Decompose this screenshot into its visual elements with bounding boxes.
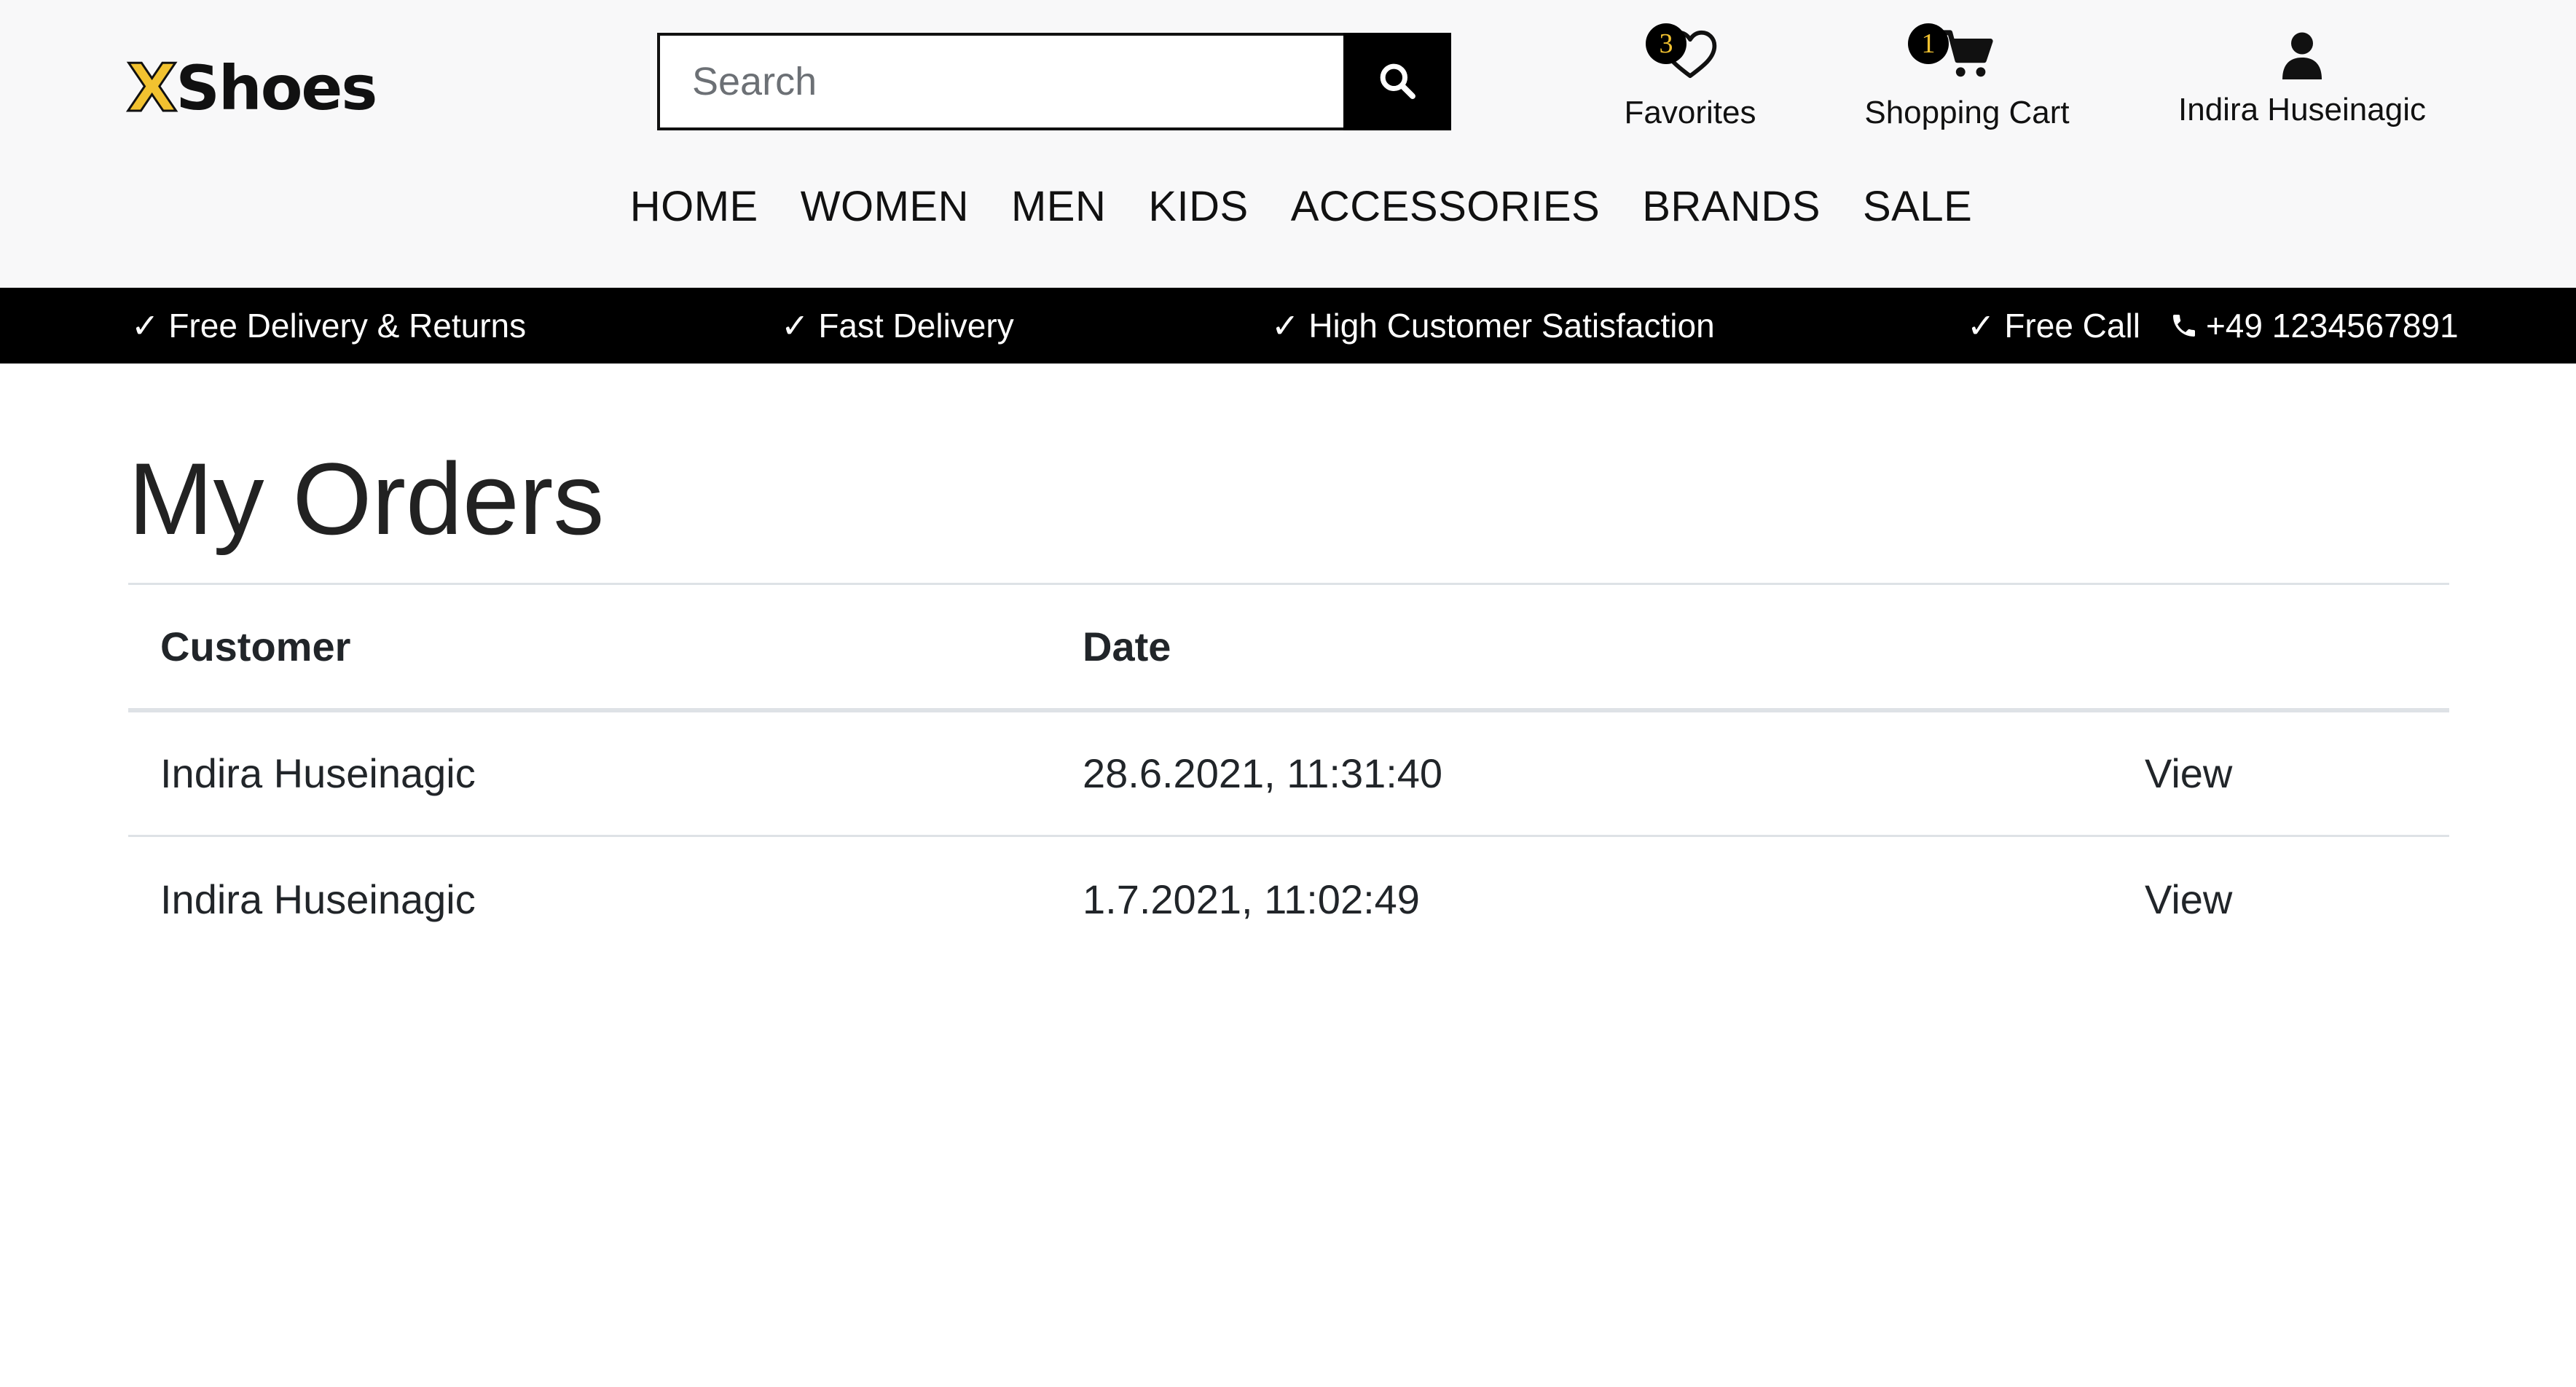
- user-name-label: Indira Huseinagic: [2178, 92, 2426, 127]
- service-info-bar: ✓ Free Delivery & Returns ✓ Fast Deliver…: [0, 288, 2576, 364]
- shopping-cart-label: Shopping Cart: [1864, 95, 2070, 130]
- user-icon: [2280, 31, 2324, 87]
- nav-item-men[interactable]: MEN: [1011, 182, 1106, 231]
- page-title: My Orders: [128, 441, 605, 556]
- nav-item-kids[interactable]: KIDS: [1148, 182, 1248, 231]
- cart-count-badge: 1: [1908, 23, 1949, 64]
- favorites-label: Favorites: [1624, 95, 1756, 130]
- info-free-delivery: ✓ Free Delivery & Returns: [131, 307, 527, 345]
- search-bar: [657, 33, 1451, 130]
- free-call-label: ✓ Free Call: [1967, 307, 2140, 345]
- site-header: XShoes 3 Favorites: [0, 0, 2576, 288]
- nav-item-women[interactable]: WOMEN: [801, 182, 969, 231]
- table-row: Indira Huseinagic 1.7.2021, 11:02:49 Vie…: [128, 836, 2449, 962]
- info-free-call: ✓ Free Call +49 1234567891: [1967, 288, 2459, 364]
- column-header-action: [2113, 584, 2449, 710]
- favorites-count-badge: 3: [1646, 23, 1686, 64]
- nav-item-accessories[interactable]: ACCESSORIES: [1291, 182, 1601, 231]
- main-navigation: HOME WOMEN MEN KIDS ACCESSORIES BRANDS S…: [0, 182, 2576, 231]
- view-order-link[interactable]: View: [2145, 876, 2232, 922]
- table-header-row: Customer Date: [128, 584, 2449, 710]
- order-date: 28.6.2021, 11:31:40: [1083, 750, 1443, 797]
- phone-number[interactable]: +49 1234567891: [2206, 306, 2459, 345]
- brand-logo[interactable]: X Shoes: [125, 48, 377, 128]
- orders-table: Customer Date Indira Huseinagic 28.6.202…: [128, 583, 2449, 962]
- user-account-link[interactable]: Indira Huseinagic: [2164, 29, 2440, 128]
- column-header-customer: Customer: [160, 623, 351, 669]
- logo-letter: X: [125, 49, 178, 127]
- phone-icon: [2169, 311, 2199, 340]
- info-fast-delivery: ✓ Fast Delivery: [781, 307, 1014, 345]
- view-order-link[interactable]: View: [2145, 750, 2232, 796]
- favorites-link[interactable]: 3 Favorites: [1588, 23, 1792, 131]
- search-icon: [1377, 60, 1418, 103]
- column-header-date: Date: [1083, 623, 1171, 669]
- logo-text: Shoes: [176, 52, 377, 124]
- order-customer: Indira Huseinagic: [160, 876, 476, 923]
- nav-item-brands[interactable]: BRANDS: [1642, 182, 1821, 231]
- order-customer: Indira Huseinagic: [160, 750, 476, 797]
- nav-item-sale[interactable]: SALE: [1863, 182, 1972, 231]
- info-customer-satisfaction: ✓ High Customer Satisfaction: [1271, 307, 1715, 345]
- nav-item-home[interactable]: HOME: [630, 182, 758, 231]
- table-row: Indira Huseinagic 28.6.2021, 11:31:40 Vi…: [128, 710, 2449, 836]
- order-date: 1.7.2021, 11:02:49: [1083, 876, 1420, 923]
- search-input[interactable]: [657, 33, 1343, 130]
- shopping-cart-link[interactable]: 1 Shopping Cart: [1850, 23, 2084, 131]
- search-button[interactable]: [1343, 33, 1451, 130]
